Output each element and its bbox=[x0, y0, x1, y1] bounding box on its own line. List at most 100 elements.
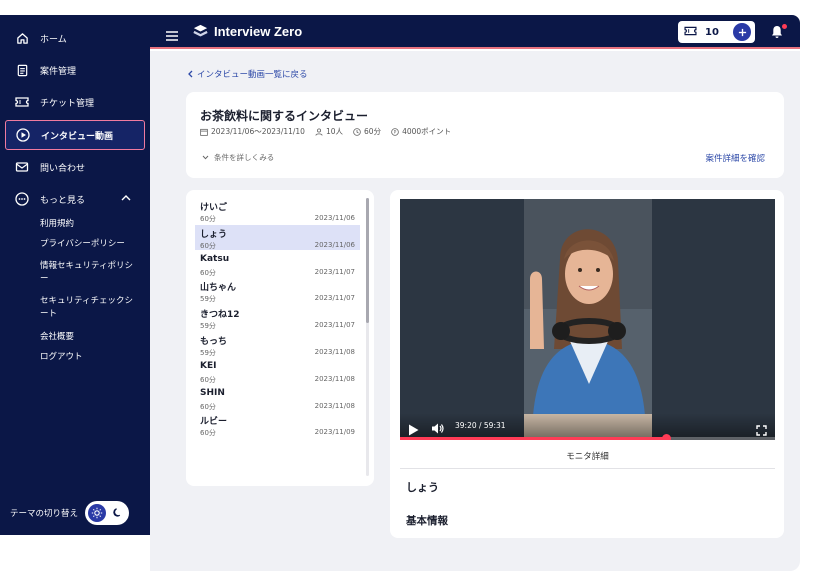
interview-date: 2023/11/07 bbox=[314, 294, 355, 303]
interviewee-name: きつね12 bbox=[200, 310, 240, 321]
interview-list-item[interactable]: Katsu 60分 2023/11/07 bbox=[195, 252, 360, 277]
sidebar-item-label: 案件管理 bbox=[40, 66, 77, 77]
project-period: 2023/11/06〜2023/11/10 bbox=[211, 127, 305, 136]
sidebar-item-projects[interactable]: 案件管理 bbox=[5, 55, 145, 85]
video-time: 39:20 / 59:31 bbox=[455, 421, 506, 430]
sidebar-link-security-checksheet[interactable]: セキュリティチェックシート bbox=[40, 295, 140, 321]
svg-text:P: P bbox=[394, 129, 397, 135]
interviewee-name: けいご bbox=[200, 203, 228, 213]
more-icon bbox=[15, 192, 29, 206]
project-points: 4000ポイント bbox=[402, 127, 452, 136]
chevron-left-icon bbox=[188, 70, 193, 78]
interview-date: 2023/11/08 bbox=[314, 374, 355, 383]
list-scrollbar[interactable] bbox=[366, 198, 369, 476]
project-meta: 2023/11/06〜2023/11/10 10人 60分 P 4000ポイント bbox=[200, 126, 461, 137]
tab-monitor-details[interactable]: モニタ詳細 bbox=[400, 445, 775, 469]
interview-date: 2023/11/06 bbox=[314, 214, 355, 222]
video-progress-handle[interactable] bbox=[661, 434, 671, 440]
sidebar-link-company[interactable]: 会社概要 bbox=[40, 331, 140, 344]
interview-list-item[interactable]: KEI 60分 2023/11/08 bbox=[195, 359, 360, 384]
theme-toggle[interactable] bbox=[85, 501, 130, 525]
theme-label: テーマの切り替え bbox=[10, 509, 79, 519]
brand-name: Interview Zero bbox=[214, 23, 303, 39]
video-frame-image bbox=[524, 199, 652, 440]
interviewee-name: しょう bbox=[200, 229, 228, 240]
project-summary-card: お茶飲料に関するインタビュー 2023/11/06〜2023/11/10 10人… bbox=[186, 92, 784, 178]
video-player[interactable]: 39:20 / 59:31 bbox=[400, 199, 775, 440]
sidebar-link-privacy[interactable]: プライバシーポリシー bbox=[40, 238, 140, 251]
interview-duration: 60分 bbox=[200, 241, 216, 250]
mail-icon bbox=[15, 160, 29, 174]
project-detail-link[interactable]: 案件詳細を確認 bbox=[705, 152, 765, 164]
theme-switcher: テーマの切り替え bbox=[10, 501, 130, 525]
interview-list-item[interactable]: きつね12 59分 2023/11/07 bbox=[195, 305, 360, 330]
interview-list-item[interactable]: SHIN 60分 2023/11/08 bbox=[195, 386, 360, 411]
sidebar-item-label: チケット管理 bbox=[40, 98, 95, 109]
interview-list-item[interactable]: しょう 60分 2023/11/06 bbox=[195, 224, 360, 250]
video-progress-fill bbox=[400, 437, 667, 440]
ticket-icon bbox=[684, 26, 697, 39]
main-content: インタビュー動画一覧に戻る お茶飲料に関するインタビュー 2023/11/06〜… bbox=[150, 51, 800, 571]
video-progress-bar[interactable] bbox=[400, 434, 775, 440]
interview-duration: 59分 bbox=[200, 295, 216, 304]
interview-list-item[interactable]: 山ちゃん 59分 2023/11/07 bbox=[195, 278, 360, 303]
project-people: 10人 bbox=[325, 127, 344, 136]
interviewee-name: KEI bbox=[200, 360, 217, 371]
interview-date: 2023/11/08 bbox=[314, 401, 355, 410]
scrollbar-thumb[interactable] bbox=[366, 198, 369, 323]
brand-logo[interactable]: Interview Zero bbox=[192, 23, 302, 39]
sidebar-item-interview-videos[interactable]: インタビュー動画 bbox=[5, 120, 145, 150]
interviewee-name: Katsu bbox=[200, 253, 230, 264]
home-icon bbox=[15, 31, 29, 45]
sidebar-link-terms[interactable]: 利用規約 bbox=[40, 218, 140, 231]
project-duration: 60分 bbox=[364, 127, 382, 136]
basic-info-heading: 基本情報 bbox=[406, 515, 448, 527]
back-link[interactable]: インタビュー動画一覧に戻る bbox=[187, 68, 308, 80]
expand-conditions-toggle[interactable]: 条件を詳しくみる bbox=[202, 152, 274, 163]
moon-icon bbox=[112, 507, 123, 521]
chevron-down-icon bbox=[202, 155, 209, 160]
interviewee-name: もっち bbox=[200, 337, 228, 347]
chevron-up-icon bbox=[121, 194, 131, 204]
sidebar-item-label: インタビュー動画 bbox=[41, 131, 114, 142]
sidebar-link-security-policy[interactable]: 情報セキュリティポリシー bbox=[40, 260, 140, 286]
person-icon bbox=[315, 127, 323, 136]
expand-conditions-label: 条件を詳しくみる bbox=[214, 153, 275, 162]
interview-duration: 60分 bbox=[200, 215, 216, 223]
sidebar-item-tickets[interactable]: チケット管理 bbox=[5, 87, 145, 117]
sidebar: ホーム 案件管理 チケット管理 インタビュー動画 問い合わせ もっと見る 利用規… bbox=[0, 15, 150, 535]
notification-badge bbox=[782, 24, 787, 29]
logo-icon bbox=[193, 24, 208, 37]
interview-duration: 60分 bbox=[200, 375, 216, 384]
interview-duration: 60分 bbox=[200, 429, 216, 438]
project-title: お茶飲料に関するインタビュー bbox=[200, 109, 369, 123]
add-ticket-button[interactable] bbox=[733, 23, 751, 41]
clock-icon bbox=[353, 127, 361, 136]
interviewee-name: SHIN bbox=[200, 387, 225, 398]
sidebar-item-contact[interactable]: 問い合わせ bbox=[5, 152, 145, 182]
calendar-icon bbox=[200, 128, 208, 136]
top-header: Interview Zero 10 bbox=[150, 15, 800, 49]
ticket-count: 10 bbox=[705, 26, 719, 38]
document-icon bbox=[15, 63, 29, 77]
plus-icon bbox=[738, 28, 746, 36]
interviewee-name: 山ちゃん bbox=[200, 283, 237, 294]
sidebar-item-more[interactable]: もっと見る bbox=[5, 184, 145, 214]
sidebar-item-label: ホーム bbox=[40, 34, 67, 45]
interview-list-item[interactable]: ルビー 60分 2023/11/09 bbox=[195, 412, 360, 437]
video-panel: 39:20 / 59:31 モニタ詳細 しょう 基本情報 bbox=[390, 190, 784, 538]
interview-date: 2023/11/08 bbox=[314, 348, 355, 356]
sidebar-item-home[interactable]: ホーム bbox=[5, 23, 145, 53]
sidebar-link-logout[interactable]: ログアウト bbox=[40, 351, 140, 364]
ticket-icon bbox=[15, 95, 29, 109]
interview-list-item[interactable]: もっち 59分 2023/11/08 bbox=[195, 332, 360, 357]
interview-date: 2023/11/06 bbox=[314, 240, 355, 249]
interview-list-item[interactable]: けいご 60分 2023/11/06 bbox=[195, 198, 360, 223]
ticket-counter[interactable]: 10 bbox=[678, 21, 755, 43]
play-circle-icon bbox=[16, 128, 30, 142]
interview-duration: 59分 bbox=[200, 349, 216, 357]
hamburger-menu-icon[interactable] bbox=[166, 26, 178, 45]
sun-icon bbox=[88, 504, 107, 522]
interview-list: けいご 60分 2023/11/06 しょう 60分 2023/11/06 Katsu 60分… bbox=[186, 190, 374, 486]
interview-date: 2023/11/07 bbox=[314, 267, 355, 276]
